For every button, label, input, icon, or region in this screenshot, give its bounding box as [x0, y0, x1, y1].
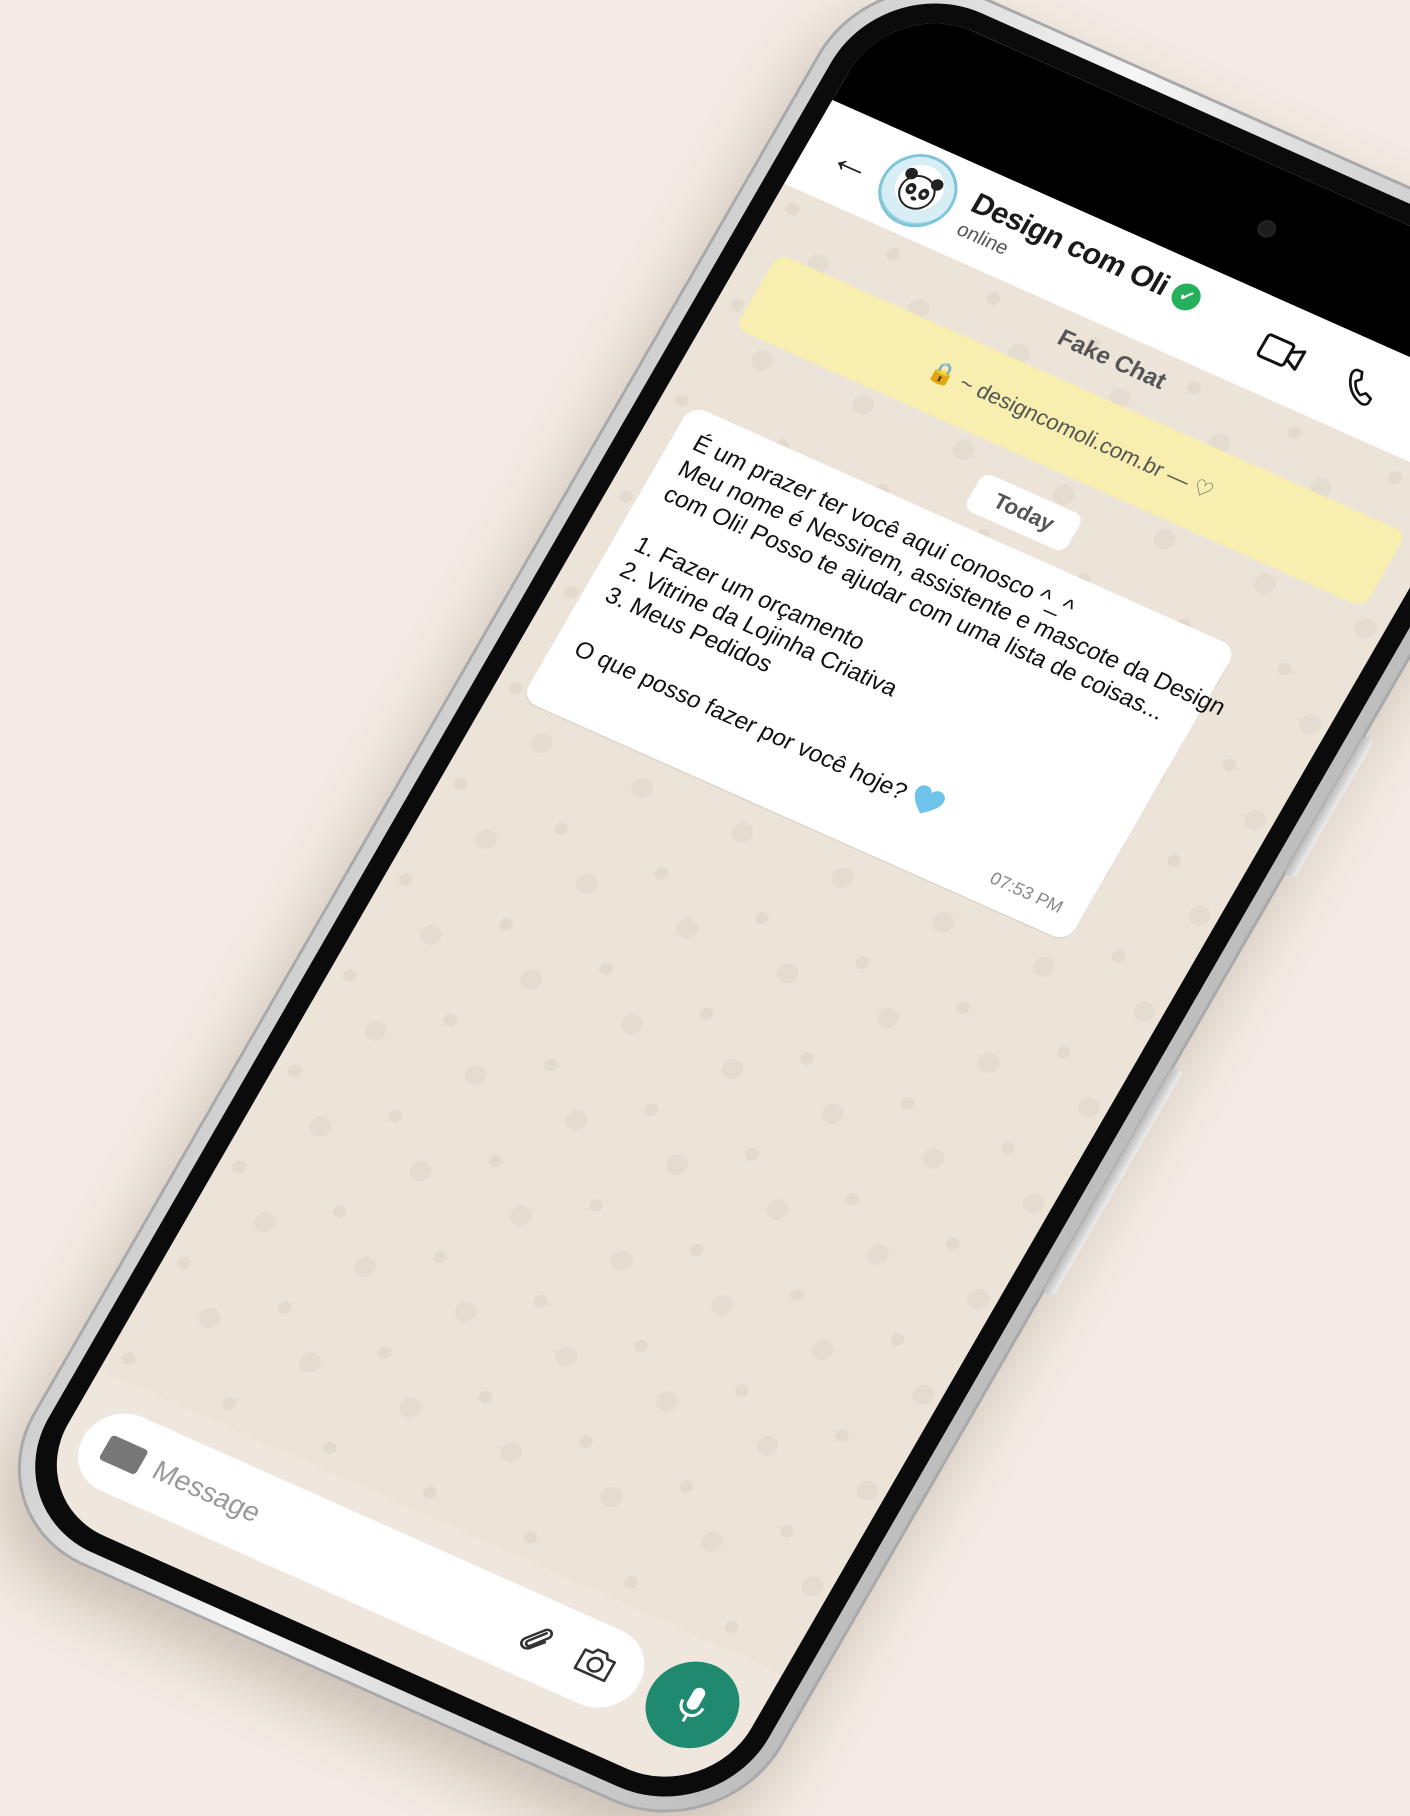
- microphone-icon: [679, 1687, 706, 1723]
- video-call-icon[interactable]: [1250, 324, 1312, 380]
- message-placeholder: Message: [147, 1454, 267, 1528]
- panda-mascot-icon: [898, 167, 944, 210]
- keyboard-icon[interactable]: [98, 1434, 149, 1476]
- phone-call-icon[interactable]: [1329, 359, 1391, 415]
- paperclip-icon[interactable]: [511, 1613, 560, 1663]
- camera-icon[interactable]: [567, 1640, 623, 1690]
- input-actions: [511, 1613, 624, 1691]
- verified-badge-icon: ✓: [1166, 278, 1207, 315]
- back-arrow-icon[interactable]: ←: [821, 132, 884, 190]
- camera-lens: [1253, 217, 1280, 241]
- phone-mockup: ← Design com Oli ✓ online Fake Chat 🔒 ~ …: [0, 0, 1410, 1816]
- stage: ← Design com Oli ✓ online Fake Chat 🔒 ~ …: [0, 0, 1410, 1816]
- microphone-button[interactable]: [628, 1647, 757, 1763]
